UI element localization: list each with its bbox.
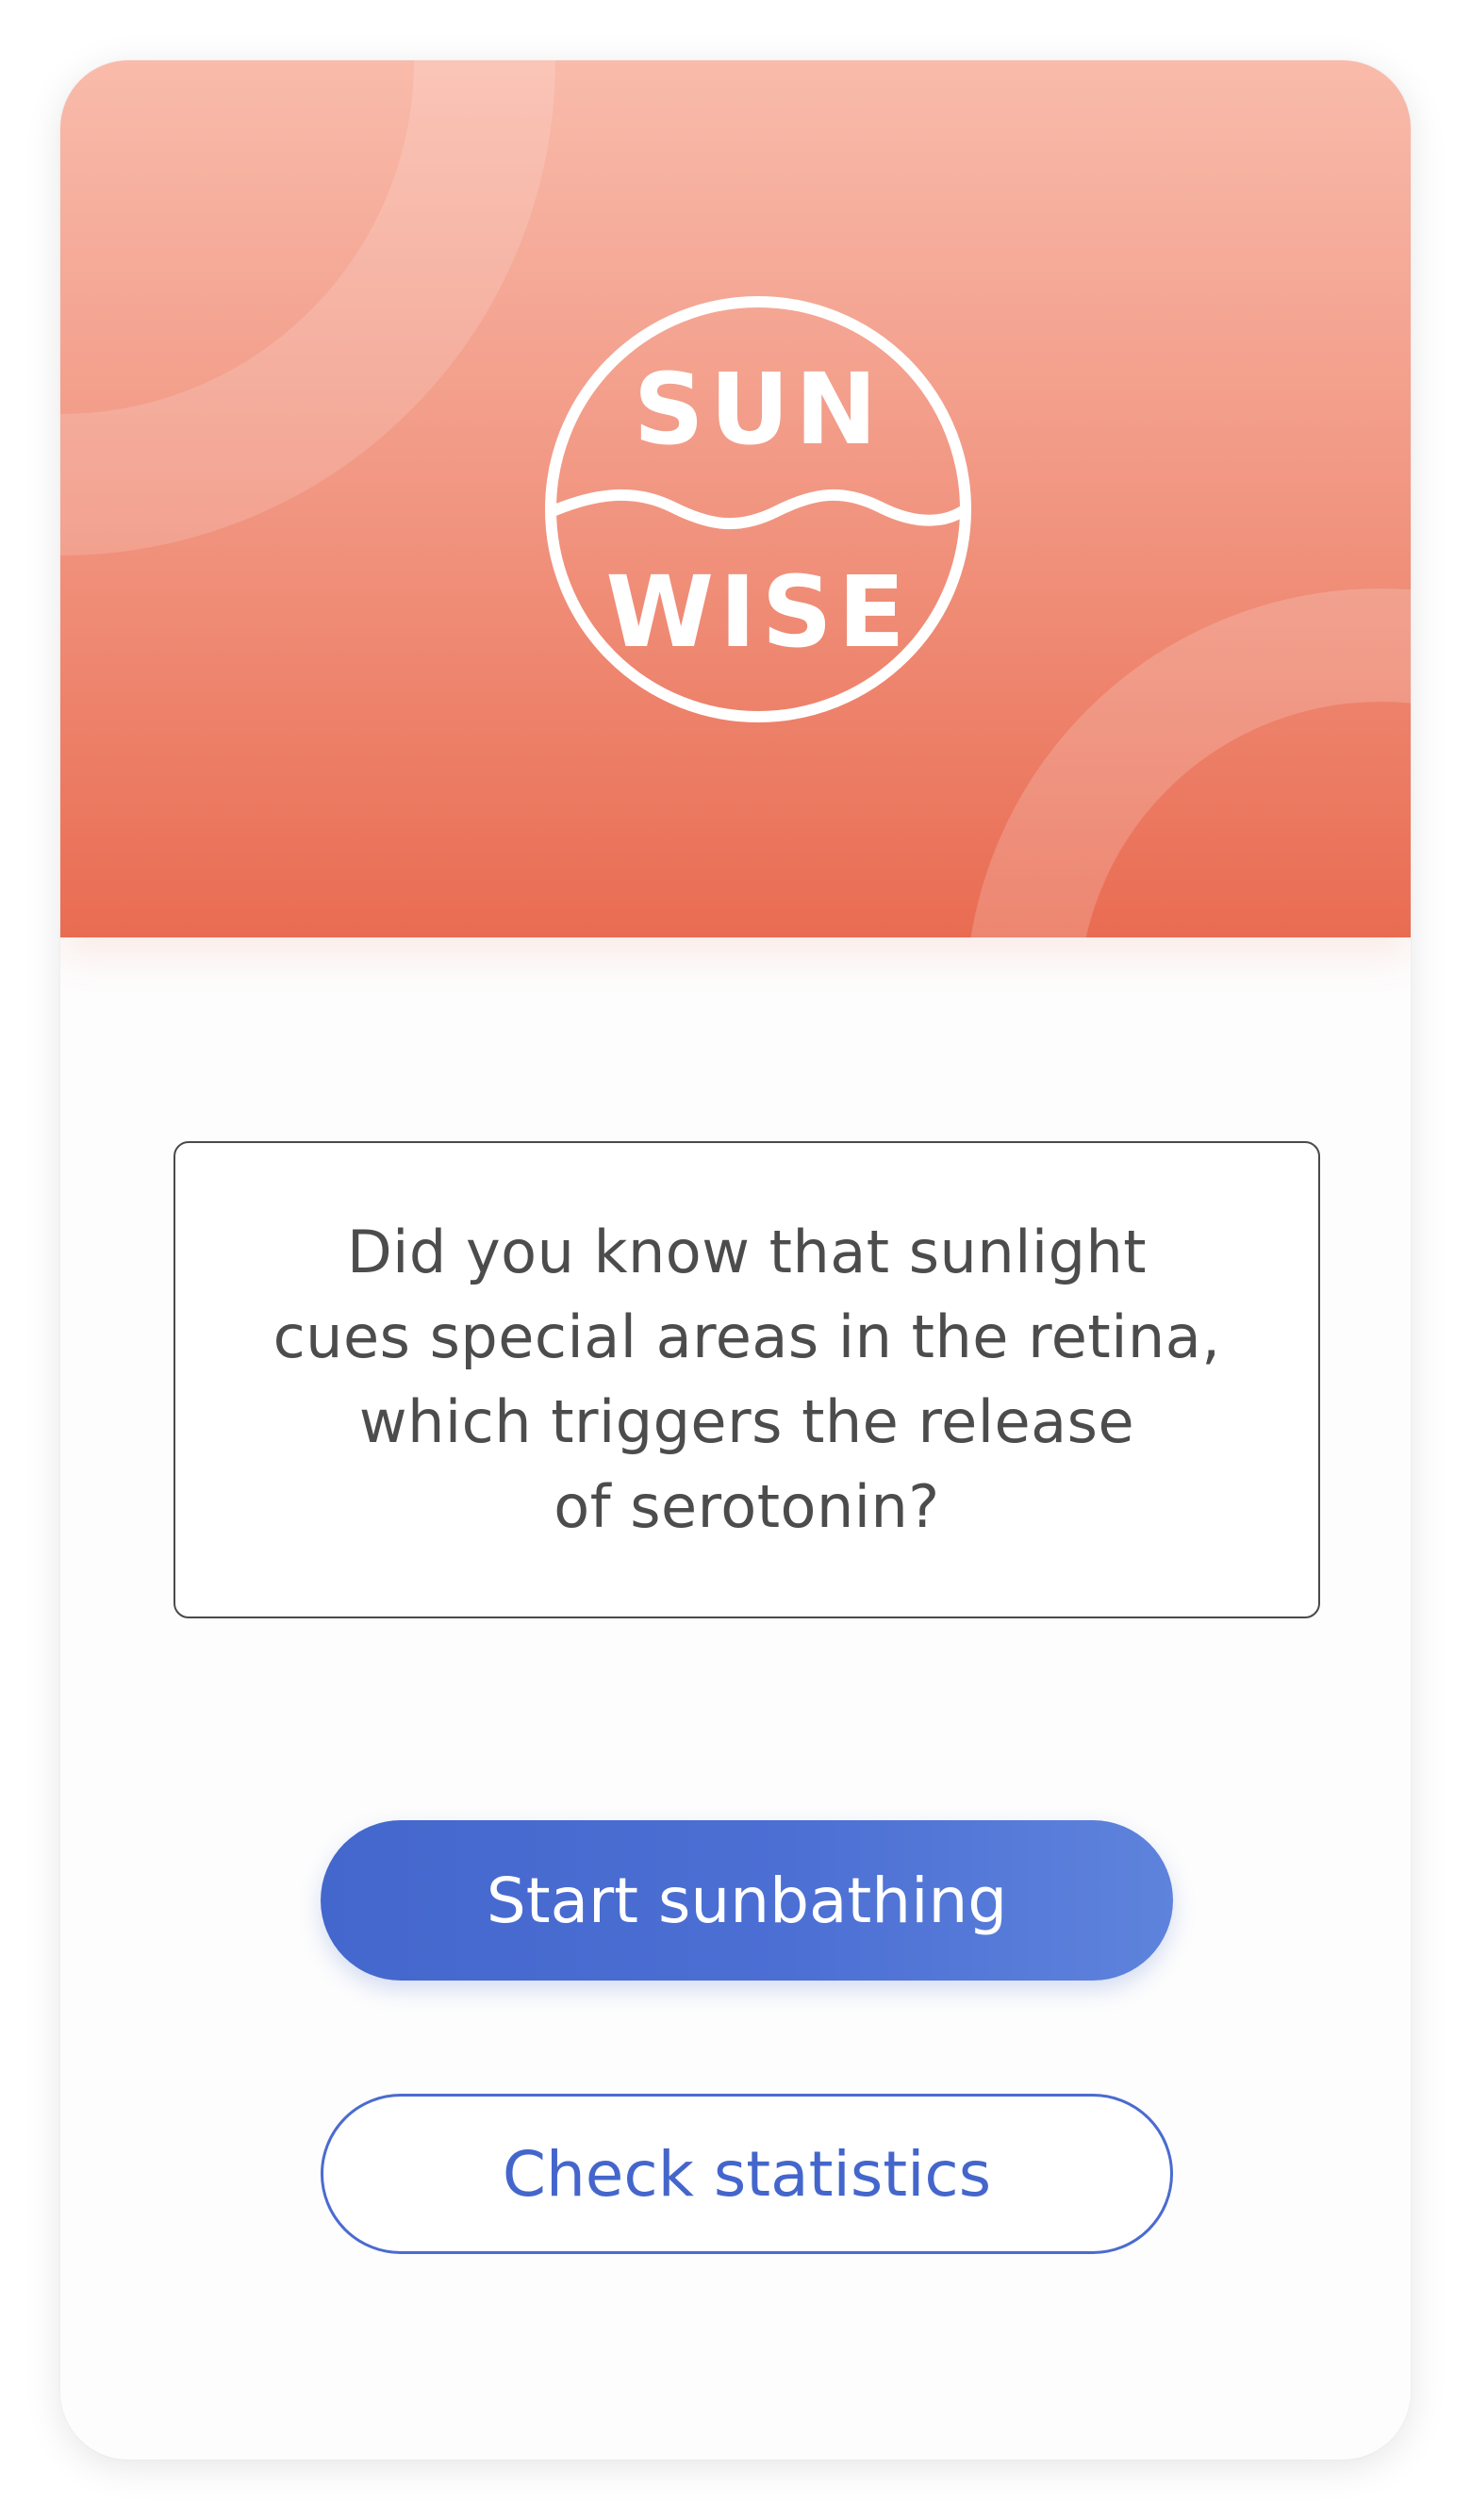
- start-sunbathing-button[interactable]: Start sunbathing: [321, 1820, 1173, 1981]
- check-statistics-button[interactable]: Check statistics: [321, 2094, 1173, 2254]
- app-card: SUN WISE Did you know that sunlight cues…: [60, 60, 1411, 2460]
- logo-text-wise: WISE: [605, 555, 910, 670]
- sunwise-logo-icon: SUN WISE: [545, 296, 971, 722]
- fact-line: Did you know that sunlight: [346, 1218, 1148, 1286]
- fact-text: Did you know that sunlight cues special …: [228, 1210, 1265, 1550]
- fact-card: Did you know that sunlight cues special …: [174, 1141, 1320, 1618]
- fact-line: of serotonin?: [554, 1472, 940, 1541]
- hero-banner: SUN WISE: [60, 60, 1411, 937]
- fact-line: which triggers the release: [358, 1387, 1135, 1456]
- fact-line: cues special areas in the retina,: [273, 1302, 1221, 1371]
- start-sunbathing-label: Start sunbathing: [486, 1864, 1008, 1937]
- logo-text-sun: SUN: [634, 352, 883, 467]
- check-statistics-label: Check statistics: [502, 2137, 992, 2211]
